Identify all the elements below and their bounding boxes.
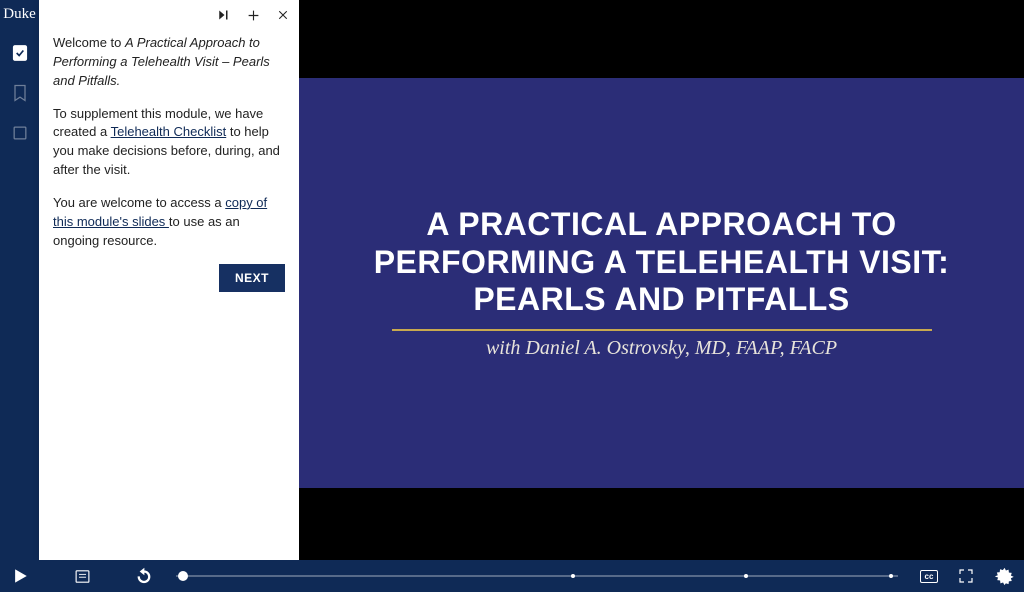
panel-top-bar: [39, 0, 299, 30]
skip-next-icon[interactable]: [215, 7, 231, 23]
side-panel: Welcome to A Practical Approach to Perfo…: [39, 0, 299, 560]
left-rail: Duke: [0, 0, 39, 560]
next-button[interactable]: NEXT: [219, 264, 285, 292]
add-icon[interactable]: [245, 7, 261, 23]
video-area: A PRACTICAL APPROACH TO PERFORMING A TEL…: [299, 0, 1024, 560]
chapter-marker[interactable]: [889, 574, 893, 578]
chapter-marker[interactable]: [744, 574, 748, 578]
progress-track[interactable]: [176, 575, 898, 577]
intro-prefix: Welcome to: [53, 35, 125, 50]
settings-icon[interactable]: [994, 566, 1014, 586]
slide-divider: [392, 329, 932, 331]
play-icon[interactable]: [10, 566, 30, 586]
replay-icon[interactable]: [134, 566, 154, 586]
fullscreen-icon[interactable]: [956, 566, 976, 586]
close-icon[interactable]: [275, 7, 291, 23]
title-slide: A PRACTICAL APPROACH TO PERFORMING A TEL…: [299, 78, 1024, 488]
supplement-paragraph: To supplement this module, we have creat…: [53, 105, 285, 180]
slides-paragraph: You are welcome to access a copy of this…: [53, 194, 285, 251]
captions-button[interactable]: cc: [920, 570, 938, 583]
player-bar: cc: [0, 560, 1024, 592]
slide-subtitle: with Daniel A. Ostrovsky, MD, FAAP, FACP: [486, 337, 837, 360]
rail-note-icon[interactable]: [8, 121, 32, 145]
transcript-icon[interactable]: [72, 566, 92, 586]
brand-logo: Duke: [3, 6, 36, 23]
telehealth-checklist-link[interactable]: Telehealth Checklist: [111, 124, 227, 139]
rail-bookmark-icon[interactable]: [8, 81, 32, 105]
progress-handle[interactable]: [178, 571, 188, 581]
panel-body: Welcome to A Practical Approach to Perfo…: [39, 30, 299, 306]
slide-title: A PRACTICAL APPROACH TO PERFORMING A TEL…: [339, 206, 984, 319]
rail-checklist-icon[interactable]: [8, 41, 32, 65]
chapter-marker[interactable]: [571, 574, 575, 578]
intro-paragraph: Welcome to A Practical Approach to Perfo…: [53, 34, 285, 91]
